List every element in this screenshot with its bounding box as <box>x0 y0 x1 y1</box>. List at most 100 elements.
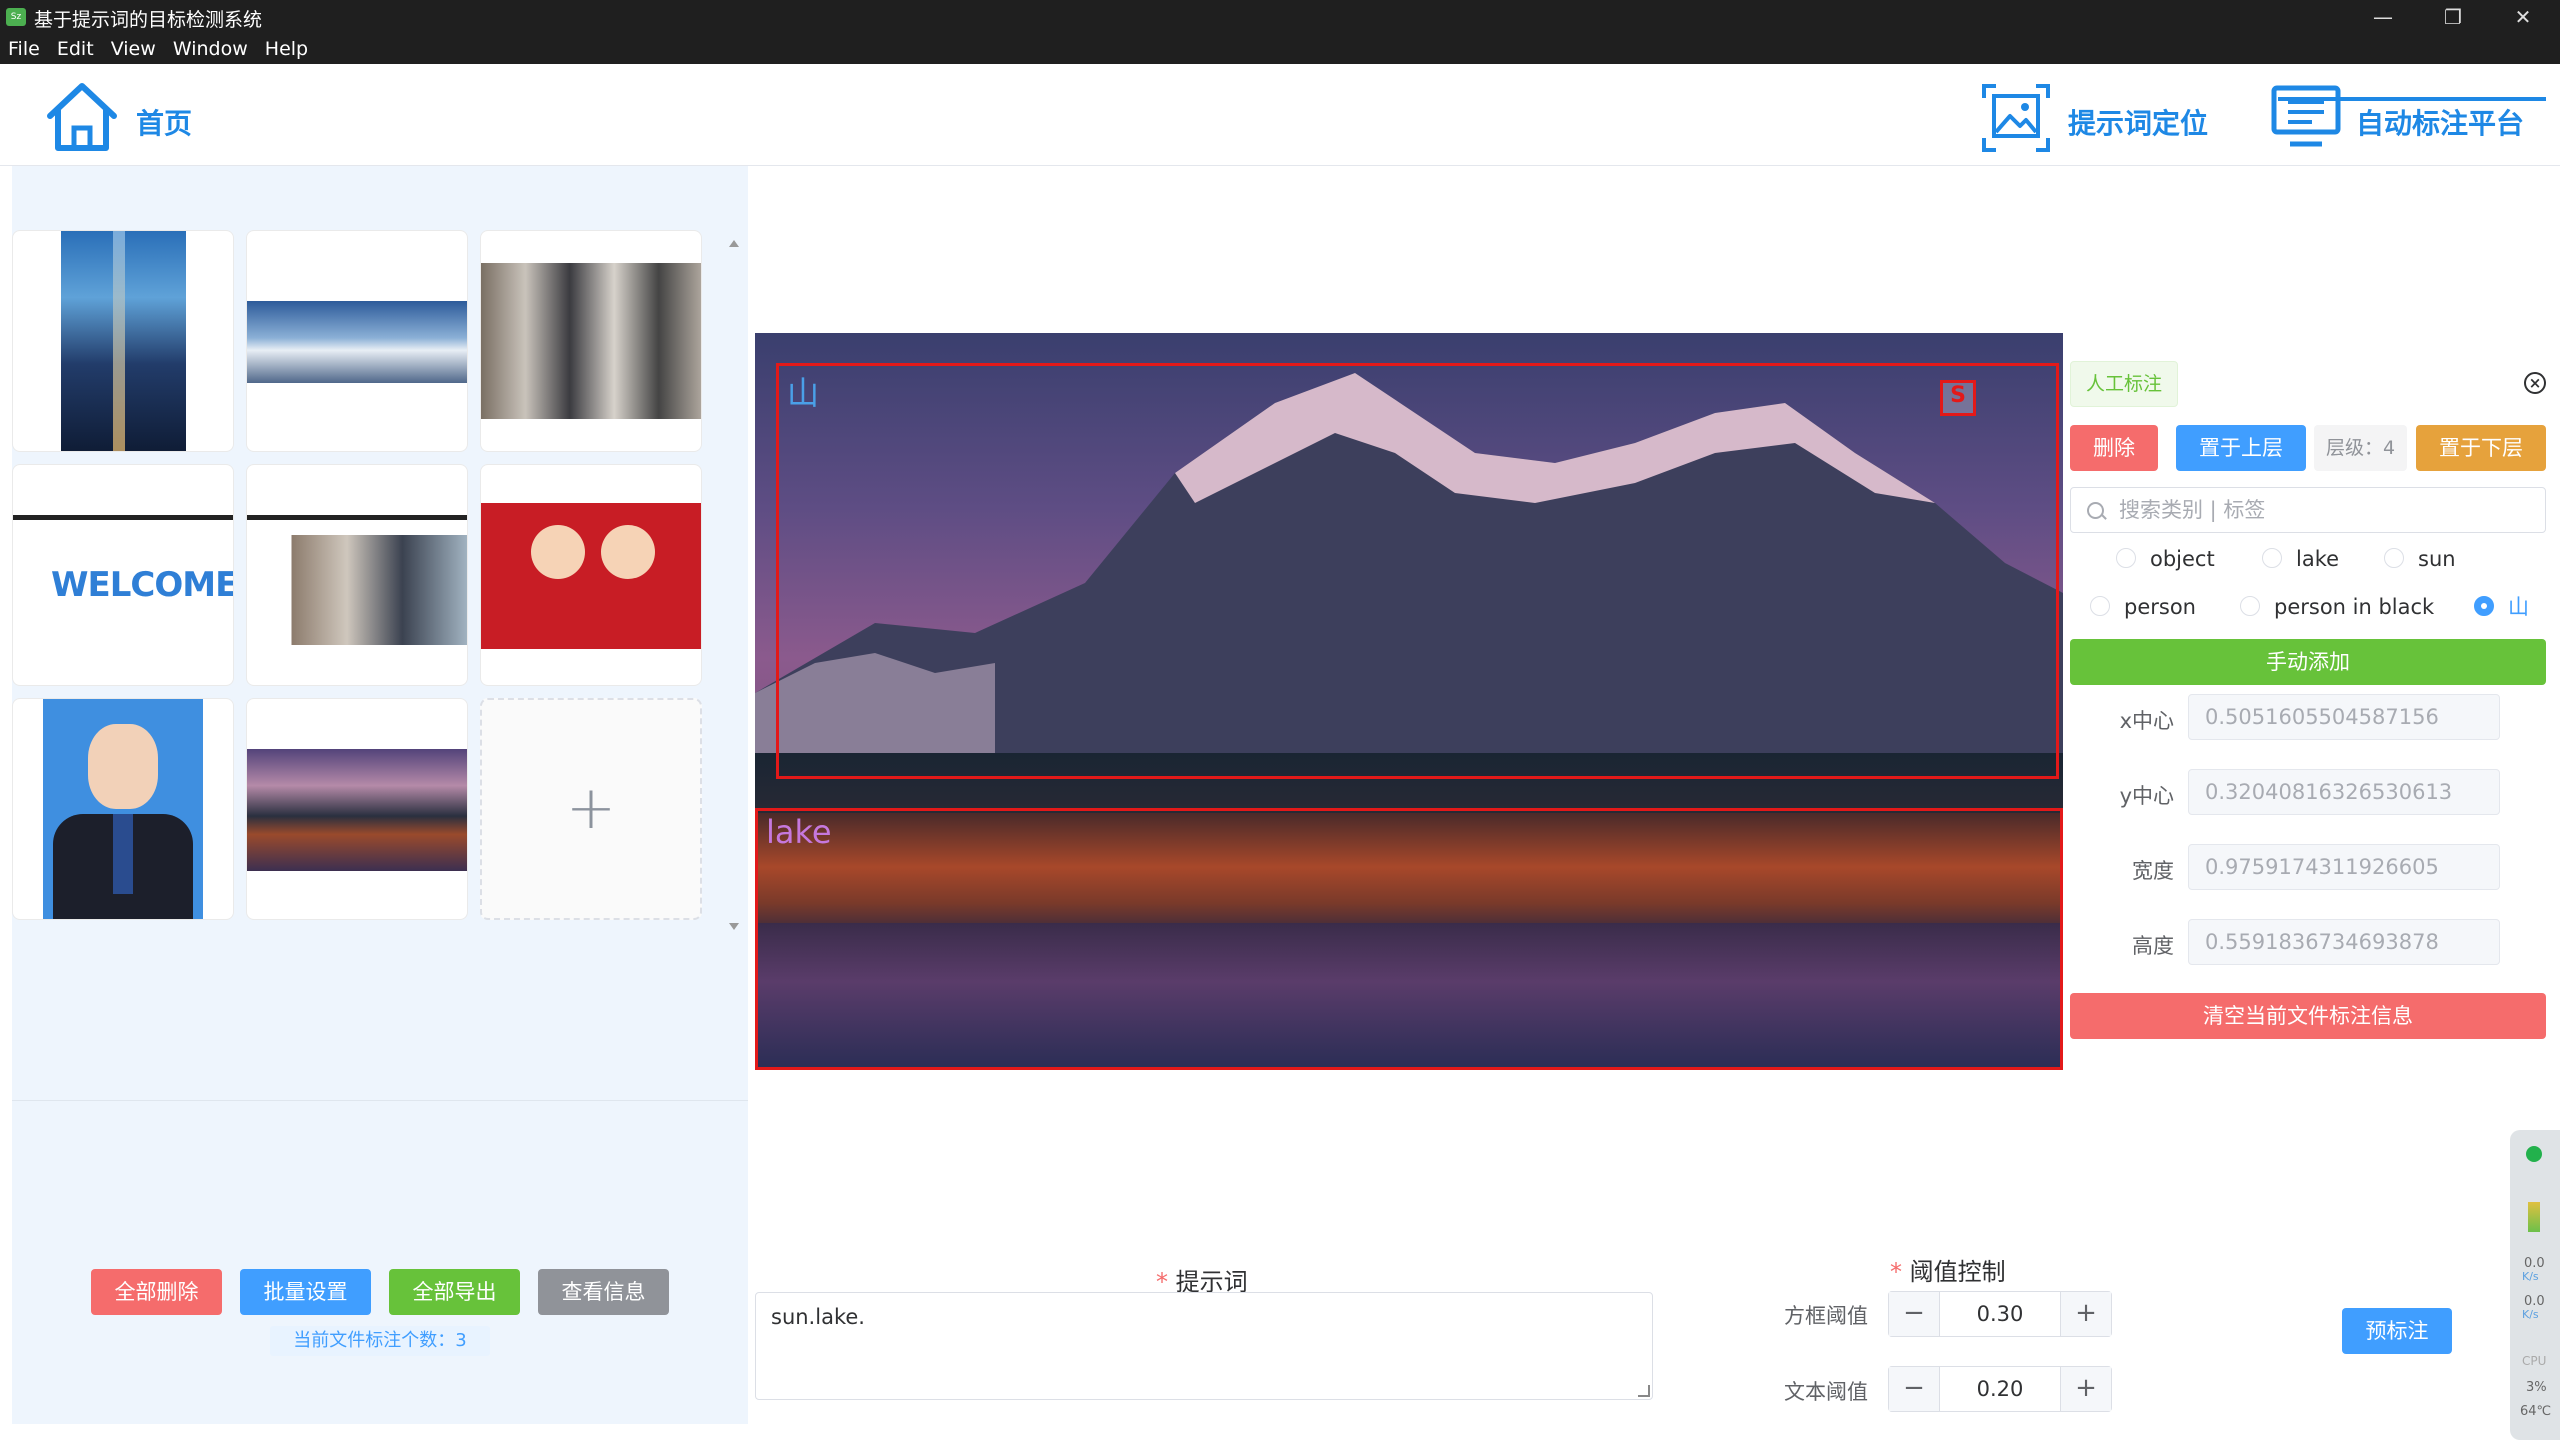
radio-icon <box>2262 548 2282 568</box>
menu-file[interactable]: File <box>8 34 40 64</box>
menu-window[interactable]: Window <box>173 34 248 64</box>
window-title: 基于提示词的目标检测系统 <box>34 9 263 31</box>
pre-annotate-button[interactable]: 预标注 <box>2342 1308 2452 1354</box>
increment-button[interactable]: + <box>2060 1292 2111 1336</box>
thumbnail-id-photo[interactable] <box>12 698 234 920</box>
thumbnail-welcome-art: WELCOME <box>51 565 234 605</box>
person-tie <box>113 814 133 894</box>
image-frame-icon <box>1982 84 2050 152</box>
clear-annotations-button[interactable]: 清空当前文件标注信息 <box>2070 993 2546 1039</box>
radio-label: sun <box>2418 547 2456 571</box>
required-mark: * <box>1890 1258 1902 1286</box>
text-threshold-stepper[interactable]: − 0.20 + <box>1888 1366 2112 1412</box>
radio-label: person in black <box>2274 595 2435 619</box>
thumbnail-crowd[interactable] <box>480 230 702 452</box>
prop-label-width: 宽度 <box>2132 859 2174 883</box>
box-threshold-value[interactable]: 0.30 <box>1939 1292 2061 1336</box>
battery-bar-icon <box>2528 1202 2540 1232</box>
batch-settings-button[interactable]: 批量设置 <box>240 1269 371 1315</box>
bounding-box-lake[interactable]: lake <box>755 808 2063 1070</box>
gallery-scrollbar[interactable] <box>727 230 739 930</box>
add-image-tile[interactable]: + <box>480 698 702 920</box>
thumbnail-app-screenshot[interactable] <box>246 464 468 686</box>
text-threshold-label: 文本阈值 <box>1784 1380 1868 1404</box>
send-down-button[interactable]: 置于下层 <box>2416 425 2546 471</box>
active-nav-indicator <box>2278 97 2546 101</box>
nav-prompt-locate[interactable]: 提示词定位 <box>1980 80 2210 156</box>
person-face <box>88 724 158 809</box>
category-radio-mountain[interactable]: 山 <box>2474 592 2529 622</box>
box-threshold-stepper[interactable]: − 0.30 + <box>1888 1291 2112 1337</box>
annotation-count: 当前文件标注个数：3 <box>270 1326 490 1356</box>
category-radio-person-in-black[interactable]: person in black <box>2240 592 2434 622</box>
prop-label-height: 高度 <box>2132 934 2174 958</box>
menu-help[interactable]: Help <box>265 34 308 64</box>
search-icon <box>2087 502 2104 519</box>
radio-checked-icon <box>2474 596 2494 616</box>
thumbnail-night-city[interactable] <box>12 230 234 452</box>
thumbnail-image <box>247 301 467 383</box>
bring-up-button[interactable]: 置于上层 <box>2176 425 2306 471</box>
width-field[interactable]: 0.9759174311926605 <box>2188 844 2500 890</box>
close-icon[interactable]: × <box>2524 372 2546 394</box>
x-center-field[interactable]: 0.5051605504587156 <box>2188 694 2500 740</box>
radio-icon <box>2384 548 2404 568</box>
cpu-value: 3% <box>2526 1380 2547 1395</box>
scroll-up-arrow-icon[interactable] <box>729 240 739 247</box>
annotation-canvas[interactable]: 山 lake S <box>755 333 2063 1070</box>
radio-icon <box>2116 548 2136 568</box>
minimize-button[interactable]: — <box>2348 0 2418 34</box>
category-radio-person[interactable]: person <box>2090 592 2196 622</box>
thumbnail-image <box>481 263 701 419</box>
cartoon-face <box>601 525 655 579</box>
delete-annotation-button[interactable]: 删除 <box>2070 425 2158 471</box>
app-icon: Sz <box>6 8 26 26</box>
menu-bar: File Edit View Window Help <box>0 34 2560 64</box>
plus-icon: + <box>565 773 617 843</box>
radio-label: person <box>2124 595 2196 619</box>
box-label-mountain: 山 <box>787 374 820 412</box>
view-info-button[interactable]: 查看信息 <box>538 1269 669 1315</box>
home-link[interactable]: 首页 <box>44 80 204 156</box>
prompt-textarea[interactable]: sun.lake. <box>755 1292 1653 1400</box>
category-search-input[interactable]: 搜索类别 | 标签 <box>2070 487 2546 533</box>
scroll-down-arrow-icon[interactable] <box>729 923 739 930</box>
prompt-value: sun.lake. <box>771 1305 865 1329</box>
manual-annotation-tag: 人工标注 <box>2070 361 2178 407</box>
menu-view[interactable]: View <box>111 34 156 64</box>
cartoon-face <box>531 525 585 579</box>
decrement-button[interactable]: − <box>1889 1292 1940 1336</box>
nav-auto-annotate[interactable]: 自动标注平台 <box>2270 80 2550 156</box>
thumbnail-mountain-lake[interactable] <box>246 698 468 920</box>
delete-all-button[interactable]: 全部删除 <box>91 1269 222 1315</box>
close-window-button[interactable]: ✕ <box>2488 0 2558 34</box>
maximize-button[interactable]: ❐ <box>2418 0 2488 34</box>
decrement-button[interactable]: − <box>1889 1367 1940 1411</box>
category-radio-lake[interactable]: lake <box>2262 544 2339 574</box>
threshold-label-text: 阈值控制 <box>1909 1258 2006 1286</box>
thumbnail-welcome[interactable]: WELCOME <box>12 464 234 686</box>
net-up-value: 0.0 <box>2524 1256 2545 1271</box>
height-field[interactable]: 0.5591836734693878 <box>2188 919 2500 965</box>
bounding-box-sun[interactable]: S <box>1940 380 1976 416</box>
bounding-box-mountain[interactable]: 山 <box>776 363 2059 779</box>
system-monitor-widget: 0.0 K/s 0.0 K/s CPU 3% 64℃ <box>2510 1130 2560 1440</box>
y-center-field[interactable]: 0.32040816326530613 <box>2188 769 2500 815</box>
category-radio-sun[interactable]: sun <box>2384 544 2456 574</box>
thumbnail-cartoon-couple[interactable] <box>480 464 702 686</box>
thumbnail-mountain-panorama[interactable] <box>246 230 468 452</box>
increment-button[interactable]: + <box>2060 1367 2111 1411</box>
net-up-unit: K/s <box>2522 1270 2539 1283</box>
category-radio-object[interactable]: object <box>2116 544 2215 574</box>
menu-edit[interactable]: Edit <box>57 34 94 64</box>
status-dot-icon <box>2526 1146 2542 1162</box>
export-all-button[interactable]: 全部导出 <box>389 1269 520 1315</box>
home-icon <box>47 83 117 151</box>
road-light <box>113 231 125 451</box>
manual-add-button[interactable]: 手动添加 <box>2070 639 2546 685</box>
resize-grip-icon[interactable] <box>1638 1385 1650 1397</box>
text-threshold-value[interactable]: 0.20 <box>1939 1367 2061 1411</box>
search-placeholder: 搜索类别 | 标签 <box>2119 498 2266 522</box>
thumbnail-bar <box>247 515 467 520</box>
thumbnail-image <box>481 503 701 649</box>
